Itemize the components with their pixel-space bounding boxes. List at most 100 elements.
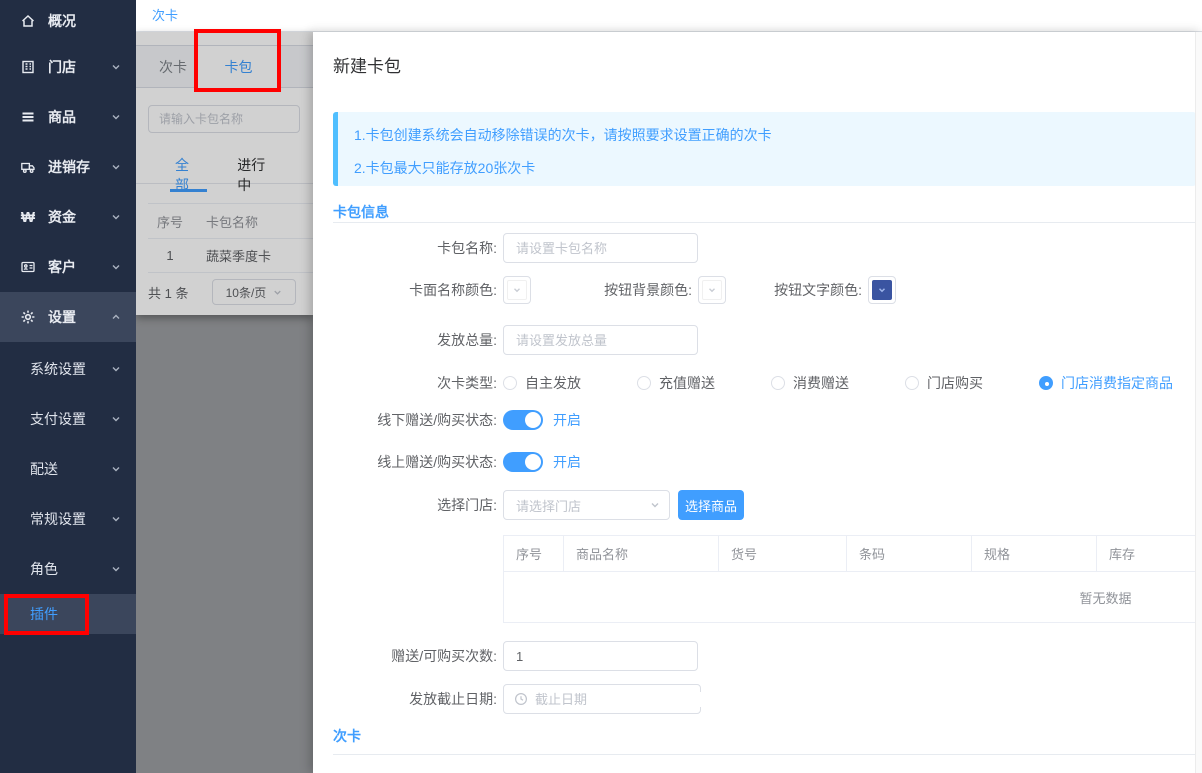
idcard-icon bbox=[18, 259, 38, 275]
radio-label: 消费赠送 bbox=[793, 375, 849, 391]
radio-recharge-gift[interactable]: 充值赠送 bbox=[637, 373, 715, 393]
sidebar-item-inventory[interactable]: 进销存 bbox=[0, 142, 136, 192]
create-package-drawer: 新建卡包 1.卡包创建系统会自动移除错误的次卡，请按照要求设置正确的次卡 2.卡… bbox=[313, 32, 1202, 773]
field-label: 卡面名称颜色: bbox=[409, 282, 497, 298]
radio-icon bbox=[905, 376, 919, 390]
total-issue-input[interactable] bbox=[503, 325, 698, 355]
sidebar-item-delivery[interactable]: 配送 bbox=[0, 444, 136, 494]
form-row-deadline: 发放截止日期: bbox=[333, 684, 711, 714]
radio-label: 充值赠送 bbox=[659, 375, 715, 391]
field-label: 按钮背景颜色: bbox=[604, 282, 692, 298]
color-swatch-white bbox=[702, 280, 722, 300]
chevron-down-icon bbox=[110, 563, 122, 575]
column-header-barcode: 条码 bbox=[847, 536, 972, 571]
package-name-input[interactable] bbox=[503, 233, 698, 263]
field-label: 卡包名称: bbox=[437, 240, 497, 256]
radio-store-purchase[interactable]: 门店购买 bbox=[905, 373, 983, 393]
sidebar-item-products[interactable]: 商品 bbox=[0, 92, 136, 142]
topbar-tab-cika[interactable]: 次卡 bbox=[152, 0, 178, 31]
radio-label: 门店消费指定商品 bbox=[1061, 375, 1173, 391]
radio-label: 门店购买 bbox=[927, 375, 983, 391]
sidebar-item-general-settings[interactable]: 常规设置 bbox=[0, 494, 136, 544]
online-status-toggle[interactable] bbox=[503, 452, 543, 472]
radio-consume-gift[interactable]: 消费赠送 bbox=[771, 373, 849, 393]
select-placeholder: 请选择门店 bbox=[516, 498, 582, 514]
clock-icon bbox=[514, 692, 528, 706]
submenu-label: 插件 bbox=[30, 606, 58, 622]
column-header-index: 序号 bbox=[504, 536, 564, 571]
notice-box: 1.卡包创建系统会自动移除错误的次卡，请按照要求设置正确的次卡 2.卡包最大只能… bbox=[333, 112, 1196, 186]
sidebar-item-funds[interactable]: ₩ 资金 bbox=[0, 192, 136, 242]
sidebar-item-system-settings[interactable]: 系统设置 bbox=[0, 344, 136, 394]
divider bbox=[333, 222, 1196, 223]
form-row-card-type: 次卡类型: 自主发放 充值赠送 消费赠送 门店购买 门店消费指定商品 bbox=[333, 373, 1173, 393]
column-header-product-name: 商品名称 bbox=[564, 536, 719, 571]
settings-submenu: 系统设置 支付设置 配送 常规设置 角色 插件 bbox=[0, 344, 136, 634]
sidebar-item-payment-settings[interactable]: 支付设置 bbox=[0, 394, 136, 444]
divider bbox=[333, 754, 1196, 755]
topbar: 次卡 bbox=[136, 0, 1202, 32]
notice-line: 1.卡包创建系统会自动移除错误的次卡，请按照要求设置正确的次卡 bbox=[354, 127, 772, 143]
deadline-date-picker[interactable] bbox=[503, 684, 711, 714]
radio-label: 自主发放 bbox=[525, 375, 581, 391]
menu-icon bbox=[18, 109, 38, 125]
sidebar-item-label: 商品 bbox=[48, 109, 76, 125]
button-bg-color-picker[interactable] bbox=[698, 276, 726, 304]
form-row-colors: 卡面名称颜色: 按钮背景颜色: 按钮文字颜色: bbox=[333, 276, 896, 304]
sidebar-item-roles[interactable]: 角色 bbox=[0, 544, 136, 594]
select-product-button[interactable]: 选择商品 bbox=[678, 490, 744, 520]
submenu-label: 配送 bbox=[30, 461, 58, 477]
radio-icon bbox=[771, 376, 785, 390]
gear-icon bbox=[18, 309, 38, 325]
store-select[interactable]: 请选择门店 bbox=[503, 490, 670, 520]
field-label: 线下赠送/购买状态: bbox=[377, 412, 497, 428]
offline-status-toggle[interactable] bbox=[503, 410, 543, 430]
form-row-online-status: 线上赠送/购买状态: 开启 bbox=[333, 452, 581, 472]
truck-icon bbox=[18, 159, 38, 175]
list-panel-strip: 次卡 卡包 全部 进行中 序号 卡包名称 1 蔬菜季度卡 共 1 条 10条/页 bbox=[136, 32, 313, 773]
sidebar-item-stores[interactable]: 门店 bbox=[0, 42, 136, 92]
field-label: 选择门店: bbox=[437, 497, 497, 513]
field-label: 发放总量: bbox=[437, 332, 497, 348]
won-icon: ₩ bbox=[20, 208, 36, 226]
chevron-down-icon bbox=[110, 261, 122, 273]
sidebar-item-settings[interactable]: 设置 bbox=[0, 292, 136, 342]
chevron-down-icon bbox=[110, 161, 122, 173]
sidebar-item-customers[interactable]: 客户 bbox=[0, 242, 136, 292]
deadline-input[interactable] bbox=[535, 691, 711, 707]
chevron-up-icon bbox=[110, 311, 122, 323]
form-row-purchase-times: 赠送/可购买次数: bbox=[333, 641, 698, 671]
field-label: 次卡类型: bbox=[437, 375, 497, 391]
field-label: 按钮文字颜色: bbox=[774, 282, 862, 298]
sidebar-item-label: 设置 bbox=[48, 309, 76, 325]
chevron-down-icon bbox=[110, 463, 122, 475]
store-icon bbox=[18, 59, 38, 75]
sidebar-item-label: 概况 bbox=[48, 13, 76, 29]
color-swatch-navy bbox=[872, 280, 892, 300]
button-text-color-picker[interactable] bbox=[868, 276, 896, 304]
table-empty-state: 暂无数据 bbox=[504, 572, 1202, 623]
sidebar-item-overview[interactable]: 概况 bbox=[0, 0, 136, 42]
purchase-times-input[interactable] bbox=[503, 641, 698, 671]
sidebar-item-label: 客户 bbox=[48, 259, 76, 275]
section-cika: 次卡 bbox=[333, 728, 361, 744]
notice-line: 2.卡包最大只能存放20张次卡 bbox=[354, 160, 536, 176]
product-table: 序号 商品名称 货号 条码 规格 库存 暂无数据 bbox=[503, 535, 1202, 623]
card-name-color-picker[interactable] bbox=[503, 276, 531, 304]
scrollbar[interactable] bbox=[1195, 32, 1202, 773]
sidebar-item-label: 门店 bbox=[48, 59, 76, 75]
submenu-label: 常规设置 bbox=[30, 511, 86, 527]
radio-store-consume-product[interactable]: 门店消费指定商品 bbox=[1039, 373, 1173, 393]
chevron-down-icon bbox=[110, 413, 122, 425]
chevron-down-icon bbox=[110, 211, 122, 223]
submenu-label: 角色 bbox=[30, 561, 58, 577]
modal-overlay[interactable] bbox=[136, 32, 313, 773]
home-icon bbox=[18, 13, 38, 29]
form-row-package-name: 卡包名称: bbox=[333, 233, 698, 263]
color-swatch-white bbox=[507, 280, 527, 300]
sidebar-item-plugins[interactable]: 插件 bbox=[0, 594, 136, 634]
chevron-down-icon bbox=[110, 61, 122, 73]
section-package-info: 卡包信息 bbox=[333, 204, 389, 220]
form-row-store-select: 选择门店: 请选择门店 选择商品 bbox=[333, 490, 744, 520]
radio-self-issue[interactable]: 自主发放 bbox=[503, 373, 581, 393]
